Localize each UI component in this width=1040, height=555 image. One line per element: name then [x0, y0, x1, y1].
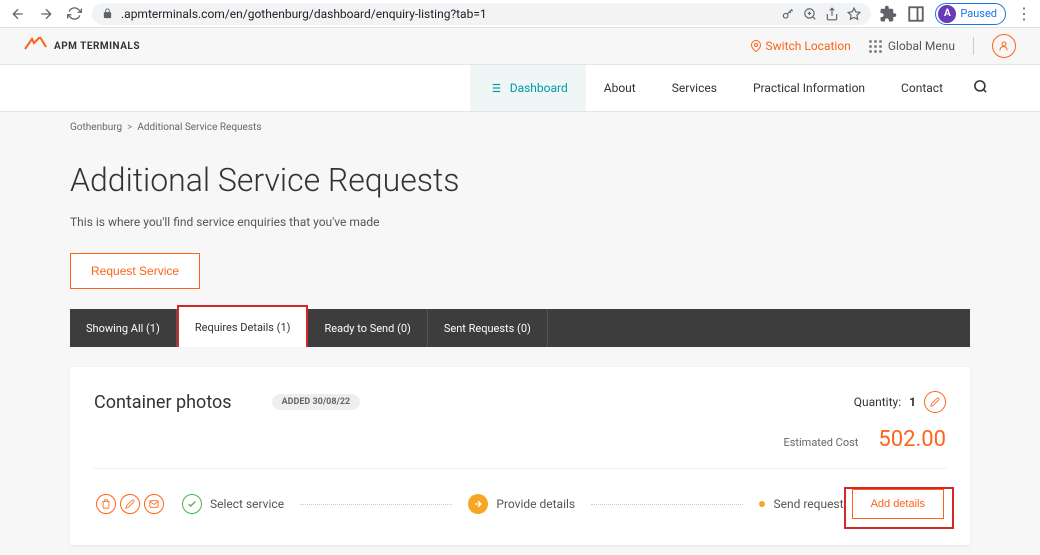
- list-icon: [488, 81, 502, 95]
- step-connector: [591, 504, 743, 505]
- date-badge: ADDED 30/08/22: [272, 394, 361, 410]
- key-icon: [781, 7, 795, 21]
- switch-location-link[interactable]: Switch Location: [750, 39, 851, 53]
- page-subtitle: This is where you'll find service enquir…: [70, 215, 970, 229]
- steps-row: Select service Provide details Send requ…: [94, 487, 946, 521]
- divider: [973, 37, 974, 55]
- tab-ready-to-send[interactable]: Ready to Send (0): [308, 309, 427, 347]
- nav-practical[interactable]: Practical Information: [735, 65, 883, 111]
- nav-contact[interactable]: Contact: [883, 65, 961, 111]
- step-done-icon: [182, 494, 202, 514]
- breadcrumb-current: Additional Service Requests: [137, 122, 261, 133]
- edit-quantity-button[interactable]: [924, 391, 946, 413]
- nav-dashboard[interactable]: Dashboard: [470, 65, 586, 111]
- address-bar[interactable]: .apmterminals.com/en/gothenburg/dashboar…: [92, 3, 871, 25]
- request-service-button[interactable]: Request Service: [70, 253, 200, 289]
- global-menu-link[interactable]: Global Menu: [869, 39, 955, 53]
- tab-sent-requests[interactable]: Sent Requests (0): [428, 309, 548, 347]
- step-send-label: Send request: [773, 497, 843, 511]
- step-select-label: Select service: [210, 497, 284, 511]
- logo-mark-icon: [24, 37, 48, 55]
- nav-about[interactable]: About: [586, 65, 654, 111]
- star-icon[interactable]: [847, 7, 861, 21]
- paused-label: Paused: [960, 7, 997, 20]
- reload-button[interactable]: [64, 4, 84, 24]
- step-provide-label: Provide details: [496, 497, 575, 511]
- breadcrumb: Gothenburg > Additional Service Requests: [70, 112, 970, 143]
- breadcrumb-root[interactable]: Gothenburg: [70, 122, 122, 133]
- tab-requires-details[interactable]: Requires Details (1): [177, 305, 309, 347]
- user-icon[interactable]: [992, 34, 1016, 58]
- panel-icon[interactable]: [907, 5, 925, 23]
- share-icon[interactable]: [825, 7, 839, 21]
- forward-button[interactable]: [36, 4, 56, 24]
- nav-dashboard-label: Dashboard: [510, 81, 568, 95]
- nav-search-icon[interactable]: [961, 79, 1000, 98]
- nav-services[interactable]: Services: [654, 65, 735, 111]
- card-title: Container photos: [94, 392, 232, 413]
- quantity-label: Quantity:: [854, 395, 901, 409]
- main-nav: Dashboard About Services Practical Infor…: [0, 64, 1040, 112]
- tab-showing-all[interactable]: Showing All (1): [70, 309, 177, 347]
- logo-text: APM TERMINALS: [54, 41, 140, 52]
- cost-value: 502.00: [878, 427, 946, 452]
- step-pending-icon: [759, 501, 765, 507]
- url-text: .apmterminals.com/en/gothenburg/dashboar…: [121, 7, 773, 21]
- zoom-icon[interactable]: [803, 7, 817, 21]
- site-top-bar: APM TERMINALS Switch Location Global Men…: [0, 28, 1040, 64]
- pencil-icon: [930, 397, 940, 407]
- delete-icon[interactable]: [96, 494, 116, 514]
- extensions-icon[interactable]: [879, 5, 897, 23]
- mail-icon[interactable]: [144, 494, 164, 514]
- step-current-icon: [468, 494, 488, 514]
- global-menu-label: Global Menu: [888, 39, 955, 53]
- status-tabs: Showing All (1) Requires Details (1) Rea…: [70, 309, 970, 347]
- add-details-button[interactable]: Add details: [852, 489, 944, 519]
- browser-menu-icon[interactable]: ⋮: [1016, 4, 1032, 23]
- cost-label: Estimated Cost: [783, 436, 858, 449]
- switch-location-label: Switch Location: [766, 39, 851, 53]
- avatar: A: [938, 5, 956, 23]
- quantity-value: 1: [909, 395, 916, 409]
- step-connector: [300, 504, 452, 505]
- lock-icon: [102, 8, 113, 19]
- pin-icon: [750, 40, 762, 52]
- enquiry-card: Container photos ADDED 30/08/22 Quantity…: [70, 367, 970, 545]
- browser-toolbar: .apmterminals.com/en/gothenburg/dashboar…: [0, 0, 1040, 28]
- back-button[interactable]: [8, 4, 28, 24]
- site-logo[interactable]: APM TERMINALS: [24, 37, 140, 55]
- page-scroll[interactable]: APM TERMINALS Switch Location Global Men…: [0, 28, 1040, 555]
- grid-icon: [869, 40, 882, 53]
- main-content: Gothenburg > Additional Service Requests…: [50, 112, 990, 545]
- edit-icon[interactable]: [120, 494, 140, 514]
- browser-extensions: A Paused ⋮: [879, 3, 1032, 25]
- profile-badge[interactable]: A Paused: [935, 3, 1006, 25]
- page-title: Additional Service Requests: [70, 161, 970, 199]
